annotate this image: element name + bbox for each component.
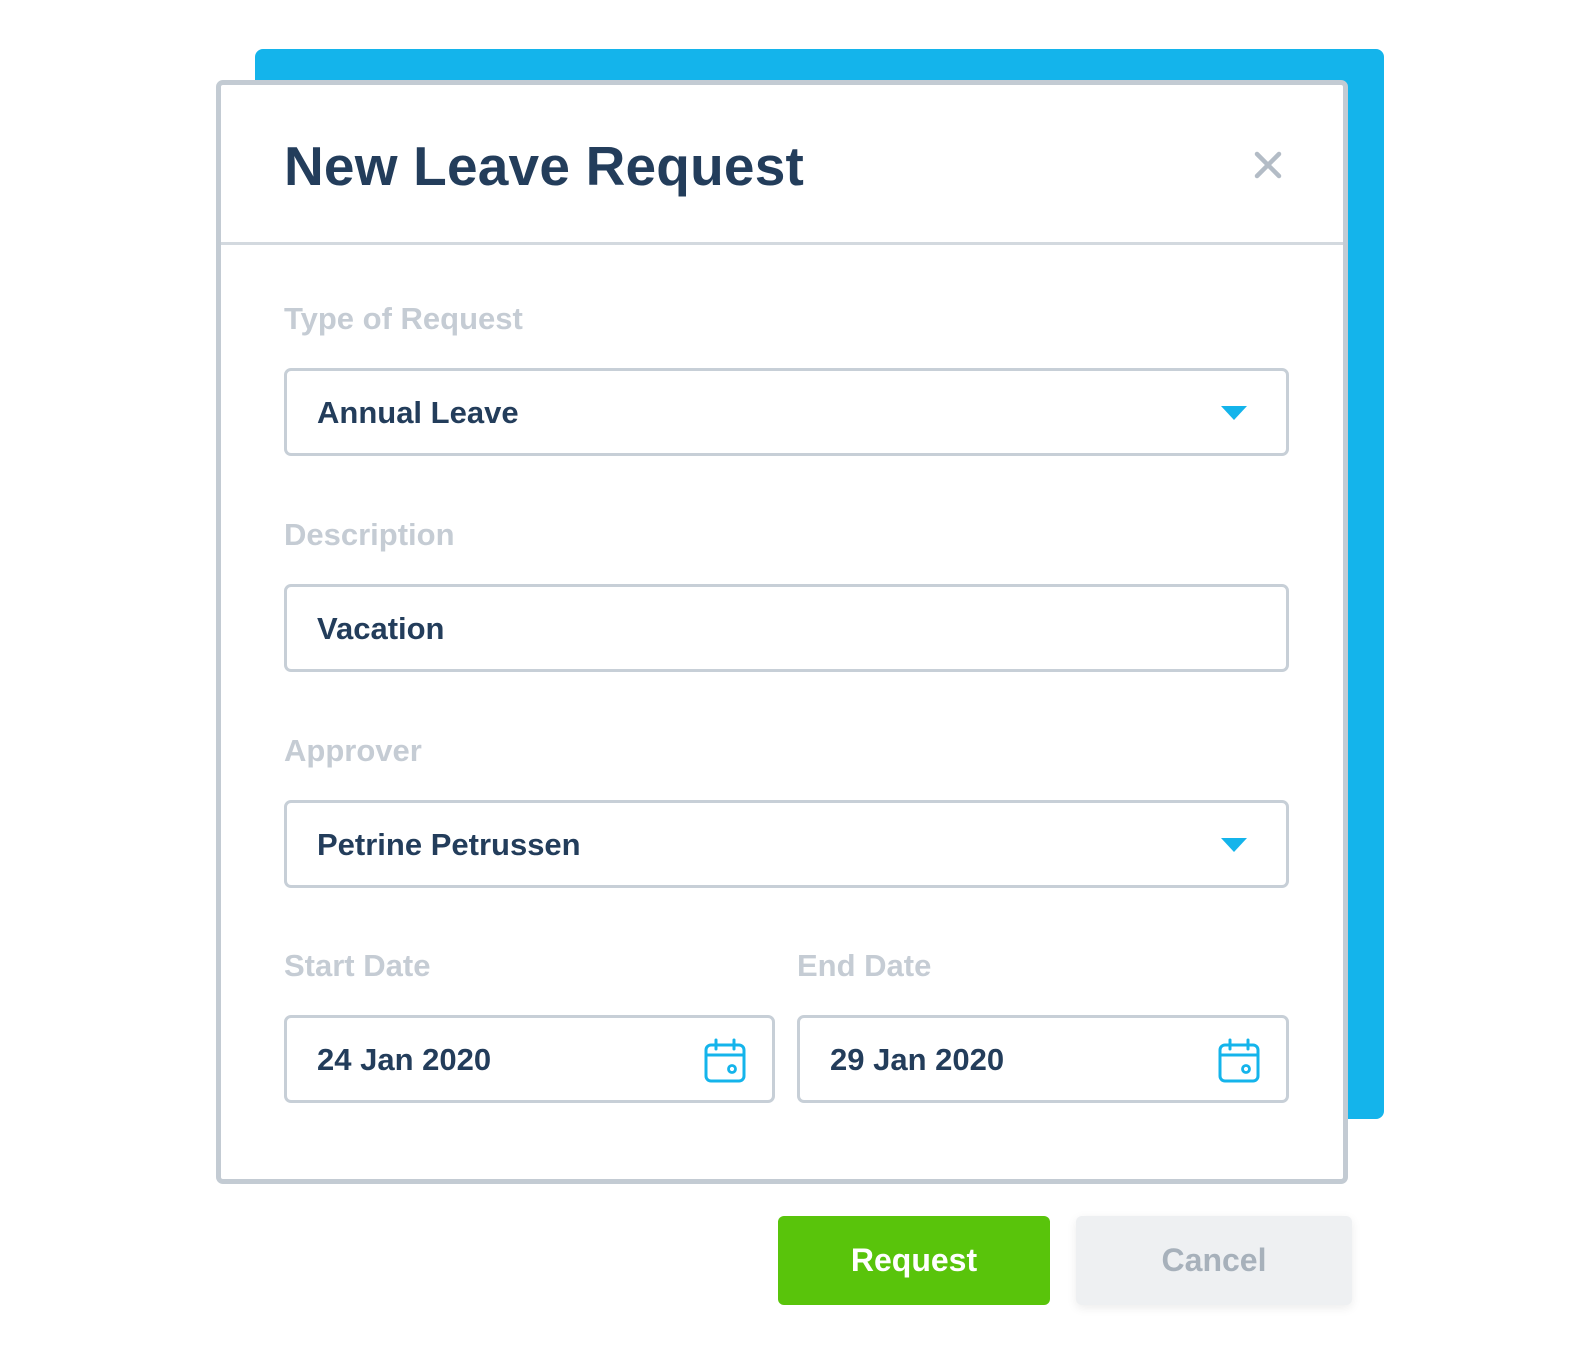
start-date-label: Start Date bbox=[284, 948, 431, 983]
type-of-request-select[interactable]: Annual Leave bbox=[284, 368, 1289, 456]
dialog-title: New Leave Request bbox=[284, 135, 804, 197]
end-date-picker[interactable]: 29 Jan 2020 bbox=[797, 1015, 1289, 1103]
approver-select[interactable]: Petrine Petrussen bbox=[284, 800, 1289, 888]
dialog-header: New Leave Request bbox=[221, 85, 1343, 245]
description-label: Description bbox=[284, 517, 455, 552]
close-button[interactable] bbox=[1251, 148, 1285, 182]
type-of-request-value: Annual Leave bbox=[317, 395, 519, 430]
approver-value: Petrine Petrussen bbox=[317, 827, 581, 862]
calendar-icon[interactable] bbox=[703, 1038, 747, 1084]
start-date-value: 24 Jan 2020 bbox=[317, 1042, 492, 1077]
calendar-icon[interactable] bbox=[1217, 1038, 1261, 1084]
description-value: Vacation bbox=[317, 611, 445, 646]
request-button[interactable]: Request bbox=[778, 1216, 1050, 1305]
end-date-value: 29 Jan 2020 bbox=[830, 1042, 1005, 1077]
chevron-down-icon bbox=[1221, 406, 1247, 420]
end-date-label: End Date bbox=[797, 948, 932, 983]
type-of-request-label: Type of Request bbox=[284, 301, 523, 336]
cancel-button[interactable]: Cancel bbox=[1076, 1216, 1352, 1305]
approver-label: Approver bbox=[284, 733, 422, 768]
description-input[interactable]: Vacation bbox=[284, 584, 1289, 672]
leave-request-dialog: New Leave Request Type of Request Annual… bbox=[216, 80, 1348, 1184]
start-date-picker[interactable]: 24 Jan 2020 bbox=[284, 1015, 775, 1103]
chevron-down-icon bbox=[1221, 838, 1247, 852]
close-icon bbox=[1254, 151, 1282, 179]
